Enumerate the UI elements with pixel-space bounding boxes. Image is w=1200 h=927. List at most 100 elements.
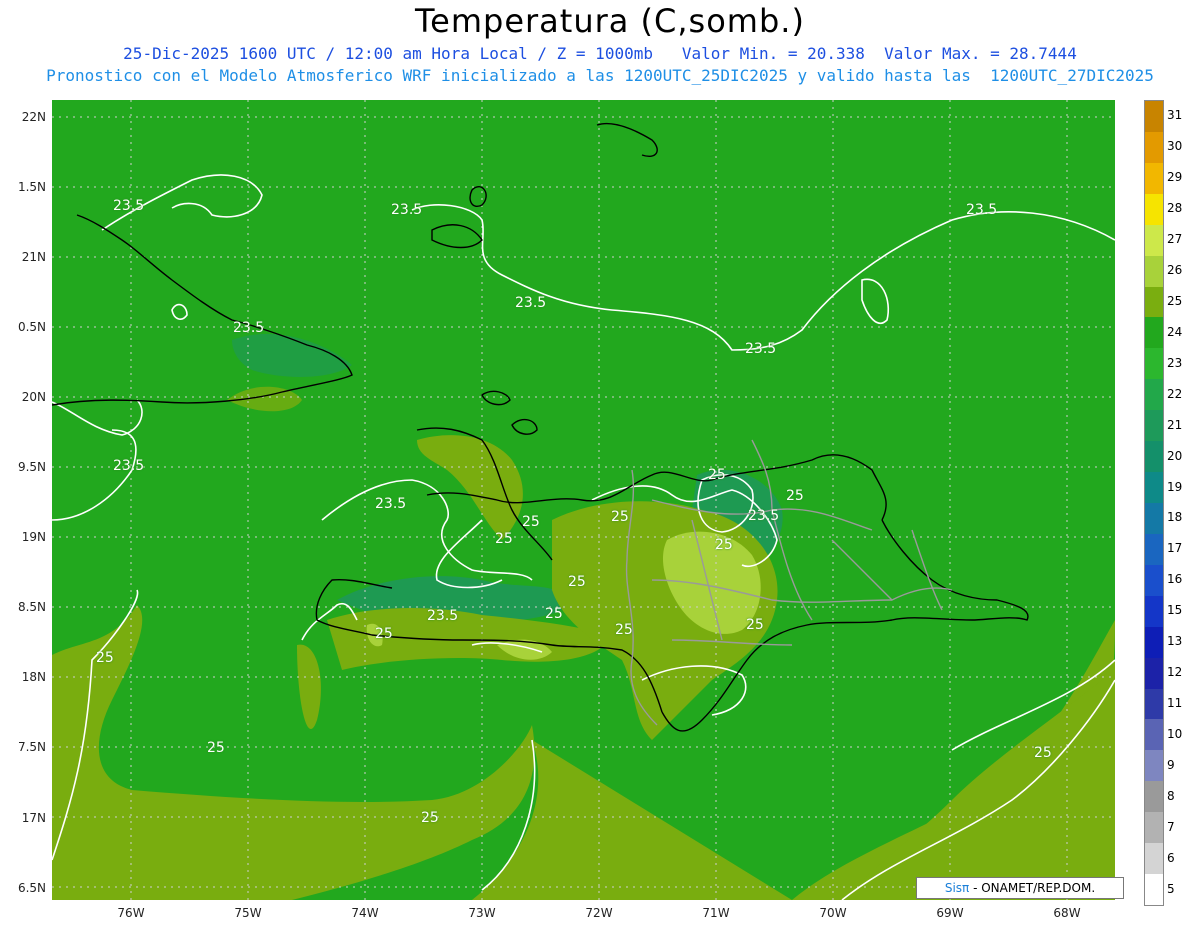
model-info-line: Pronostico con el Modelo Atmosferico WRF… bbox=[46, 66, 1154, 85]
credit-box: Sisπ - ONAMET/REP.DOM. bbox=[916, 877, 1124, 899]
color-scale-label: 20 bbox=[1167, 448, 1183, 463]
color-scale-label: 21 bbox=[1167, 417, 1183, 432]
color-scale-cell bbox=[1145, 162, 1163, 195]
map-canvas bbox=[52, 100, 1115, 900]
lat-label: 8.5N bbox=[17, 600, 46, 614]
color-scale-cell bbox=[1145, 688, 1163, 720]
color-scale-bar bbox=[1144, 100, 1164, 906]
color-scale-cell bbox=[1145, 286, 1163, 318]
color-scale-cell bbox=[1145, 533, 1163, 566]
contour-label: 25 bbox=[611, 509, 629, 525]
color-scale-cell bbox=[1145, 503, 1163, 535]
contour-label: 25 bbox=[615, 622, 633, 638]
color-scale-cell bbox=[1145, 812, 1163, 844]
color-scale-cell bbox=[1145, 131, 1163, 164]
lon-label: 69W bbox=[936, 906, 964, 920]
contour-label: 23.5 bbox=[233, 320, 265, 336]
contour-label: 25 bbox=[568, 574, 586, 590]
map-title: Temperatura (C,somb.) bbox=[415, 2, 805, 40]
contour-label: 23.5 bbox=[113, 198, 145, 214]
lat-label: 1.5N bbox=[17, 180, 46, 194]
color-scale-cell bbox=[1145, 255, 1163, 288]
color-scale-label: 15 bbox=[1167, 603, 1183, 618]
contour-label: 25 bbox=[207, 740, 225, 756]
color-scale-cell bbox=[1145, 874, 1163, 906]
lat-label: 20N bbox=[21, 390, 46, 404]
lat-label: 22N bbox=[21, 110, 46, 124]
color-scale-label: 5 bbox=[1167, 881, 1175, 896]
lat-label: 21N bbox=[21, 250, 46, 264]
lon-label: 73W bbox=[468, 906, 496, 920]
contour-label: 23.5 bbox=[375, 496, 407, 512]
lon-label: 71W bbox=[702, 906, 730, 920]
forecast-time-line: 25-Dic-2025 1600 UTC / 12:00 am Hora Loc… bbox=[123, 44, 1077, 63]
color-scale-cell bbox=[1145, 348, 1163, 380]
color-scale-label: 26 bbox=[1167, 263, 1183, 278]
temperature-map[interactable] bbox=[52, 100, 1115, 900]
color-scale-label: 25 bbox=[1167, 294, 1183, 308]
color-scale-cell bbox=[1145, 379, 1163, 411]
color-scale-label: 29 bbox=[1167, 170, 1183, 185]
color-scale-label: 6 bbox=[1167, 850, 1175, 865]
color-scale-label: 23 bbox=[1167, 355, 1183, 370]
contour-label: 25 bbox=[375, 626, 393, 642]
lon-label: 75W bbox=[234, 906, 262, 920]
color-scale-label: 10 bbox=[1167, 726, 1183, 741]
color-scale-cell bbox=[1145, 626, 1163, 659]
color-scale-label: 13 bbox=[1167, 634, 1183, 649]
color-scale-cell bbox=[1145, 719, 1163, 751]
lat-label: 0.5N bbox=[17, 320, 46, 334]
contour-label: 23.5 bbox=[427, 608, 459, 624]
contour-label: 25 bbox=[421, 810, 439, 826]
color-scale-cell bbox=[1145, 843, 1163, 875]
color-scale-label: 16 bbox=[1167, 572, 1183, 587]
sispi-logo-text: Sisπ bbox=[944, 881, 970, 895]
lat-label: 17N bbox=[21, 811, 46, 825]
color-scale-label: 24 bbox=[1167, 324, 1183, 339]
lat-label: 7.5N bbox=[17, 740, 46, 754]
lat-label: 18N bbox=[21, 670, 46, 684]
color-scale-label: 27 bbox=[1167, 232, 1183, 247]
contour-label: 25 bbox=[1034, 745, 1052, 761]
lon-label: 74W bbox=[351, 906, 379, 920]
color-scale-label: 11 bbox=[1167, 696, 1183, 710]
lon-label: 70W bbox=[819, 906, 847, 920]
color-scale-cell bbox=[1145, 410, 1163, 442]
credit-text: - ONAMET/REP.DOM. bbox=[969, 881, 1096, 895]
color-scale-label: 17 bbox=[1167, 541, 1183, 556]
contour-label: 23.5 bbox=[745, 341, 777, 357]
color-scale-label: 31 bbox=[1167, 108, 1183, 123]
color-scale-cell bbox=[1145, 101, 1163, 133]
color-scale-cell bbox=[1145, 595, 1163, 628]
lat-label: 19N bbox=[21, 530, 46, 544]
contour-label: 25 bbox=[746, 617, 764, 633]
contour-label: 25 bbox=[786, 488, 804, 504]
color-scale-label: 12 bbox=[1167, 665, 1183, 680]
color-scale-cell bbox=[1145, 441, 1163, 473]
contour-label: 25 bbox=[522, 514, 540, 530]
color-scale-cell bbox=[1145, 750, 1163, 782]
lon-label: 76W bbox=[117, 906, 145, 920]
color-scale-label: 18 bbox=[1167, 510, 1183, 525]
color-scale-cell bbox=[1145, 224, 1163, 257]
contour-label: 23.5 bbox=[391, 202, 423, 218]
color-scale-cell bbox=[1145, 564, 1163, 597]
color-scale-label: 9 bbox=[1167, 757, 1175, 772]
lon-label: 68W bbox=[1053, 906, 1081, 920]
lon-label: 72W bbox=[585, 906, 613, 920]
contour-label: 25 bbox=[708, 467, 726, 483]
color-scale-label: 30 bbox=[1167, 139, 1183, 154]
color-scale-label: 22 bbox=[1167, 386, 1183, 401]
color-scale-cell bbox=[1145, 193, 1163, 226]
contour-label: 23.5 bbox=[515, 295, 547, 311]
color-scale-cell bbox=[1145, 781, 1163, 813]
color-scale-cell bbox=[1145, 317, 1163, 349]
contour-label: 23.5 bbox=[748, 508, 780, 524]
color-scale-label: 8 bbox=[1167, 788, 1175, 803]
contour-label: 23.5 bbox=[113, 458, 145, 474]
contour-label: 25 bbox=[96, 650, 114, 666]
contour-label: 25 bbox=[715, 537, 733, 553]
lat-label: 9.5N bbox=[17, 460, 46, 474]
contour-label: 23.5 bbox=[966, 202, 998, 218]
lat-label: 6.5N bbox=[17, 881, 46, 895]
